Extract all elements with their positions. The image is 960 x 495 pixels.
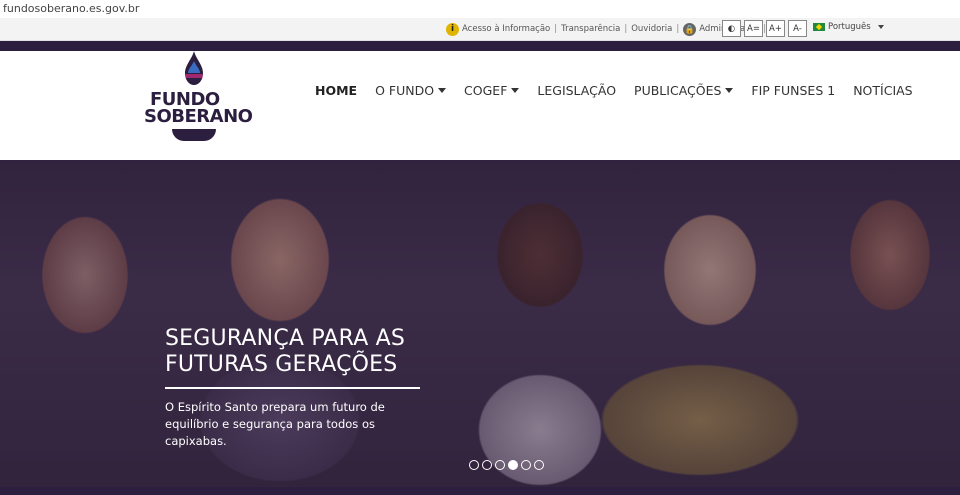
nav-item-publicacoes[interactable]: PUBLICAÇÕES (634, 83, 734, 98)
brazil-flag-icon (813, 23, 825, 31)
carousel-dot[interactable] (495, 460, 505, 470)
url-text: fundosoberano.es.gov.br (3, 2, 140, 15)
nav-label: LEGISLAÇÃO (537, 83, 617, 98)
font-normal-button[interactable]: A= (744, 20, 763, 37)
bottom-accent-bar (0, 487, 960, 495)
hero-title: SEGURANÇA PARA AS FUTURAS GERAÇÕES (165, 326, 405, 378)
language-label: Português (828, 22, 871, 32)
logo-base-shape (172, 129, 216, 141)
water-drop-icon (185, 51, 203, 85)
site-logo[interactable]: FUNDO SOBERANO (142, 51, 253, 151)
nav-item-noticias[interactable]: NOTÍCIAS (853, 83, 912, 98)
hero-description: O Espírito Santo prepara um futuro de eq… (165, 400, 385, 448)
hero-carousel[interactable]: SEGURANÇA PARA AS FUTURAS GERAÇÕES O Esp… (0, 160, 960, 487)
nav-item-cogef[interactable]: COGEF (464, 83, 520, 98)
utility-bar: i Acesso à Informação | Transparência | … (0, 18, 960, 41)
carousel-dot[interactable] (521, 460, 531, 470)
hero-divider (165, 387, 420, 389)
separator: | (676, 24, 680, 34)
separator: | (554, 24, 558, 34)
nav-label: PUBLICAÇÕES (634, 83, 722, 98)
hero-title-line-2: FUTURAS GERAÇÕES (165, 352, 398, 377)
nav-item-o-fundo[interactable]: O FUNDO (375, 83, 447, 98)
nav-label: NOTÍCIAS (853, 83, 913, 98)
browser-address-bar[interactable]: fundosoberano.es.gov.br (0, 0, 960, 19)
caret-down-icon (511, 88, 520, 93)
carousel-dot[interactable] (534, 460, 544, 470)
accessibility-controls: ◐ A= A+ A- (722, 20, 807, 37)
main-navigation: HOME O FUNDO COGEF LEGISLAÇÃO PUBLICAÇÕE… (315, 83, 931, 98)
lock-icon: 🔒 (683, 22, 697, 36)
carousel-dot[interactable] (482, 460, 492, 470)
access-info-link[interactable]: Acesso à Informação (462, 24, 550, 34)
ombudsman-link[interactable]: Ouvidoria (631, 24, 672, 34)
carousel-dot[interactable] (469, 460, 479, 470)
info-icon: i (446, 22, 459, 36)
nav-item-legislacao[interactable]: LEGISLAÇÃO (537, 83, 616, 98)
separator: | (624, 24, 628, 34)
hero-title-line-1: SEGURANÇA PARA AS (165, 326, 406, 351)
nav-label: FIP FUNSES 1 (751, 83, 836, 98)
caret-down-icon (438, 88, 447, 93)
transparency-link[interactable]: Transparência (561, 24, 620, 34)
nav-item-home[interactable]: HOME (315, 83, 357, 98)
chevron-down-icon (877, 25, 884, 29)
top-accent-bar (0, 41, 960, 51)
logo-text: FUNDO SOBERANO (144, 91, 253, 127)
logo-line-2: SOBERANO (144, 106, 253, 127)
nav-label: O FUNDO (375, 83, 435, 98)
language-selector[interactable]: Português (813, 22, 884, 32)
font-decrease-button[interactable]: A- (788, 20, 807, 37)
carousel-dot[interactable] (508, 460, 518, 470)
caret-down-icon (725, 88, 734, 93)
font-increase-button[interactable]: A+ (766, 20, 785, 37)
contrast-button[interactable]: ◐ (722, 20, 741, 37)
nav-label: HOME (315, 83, 358, 98)
nav-label: COGEF (464, 83, 508, 98)
nav-item-fip-funses[interactable]: FIP FUNSES 1 (751, 83, 835, 98)
site-header: FUNDO SOBERANO HOME O FUNDO COGEF LEGISL… (0, 51, 960, 160)
carousel-indicators (469, 460, 544, 470)
